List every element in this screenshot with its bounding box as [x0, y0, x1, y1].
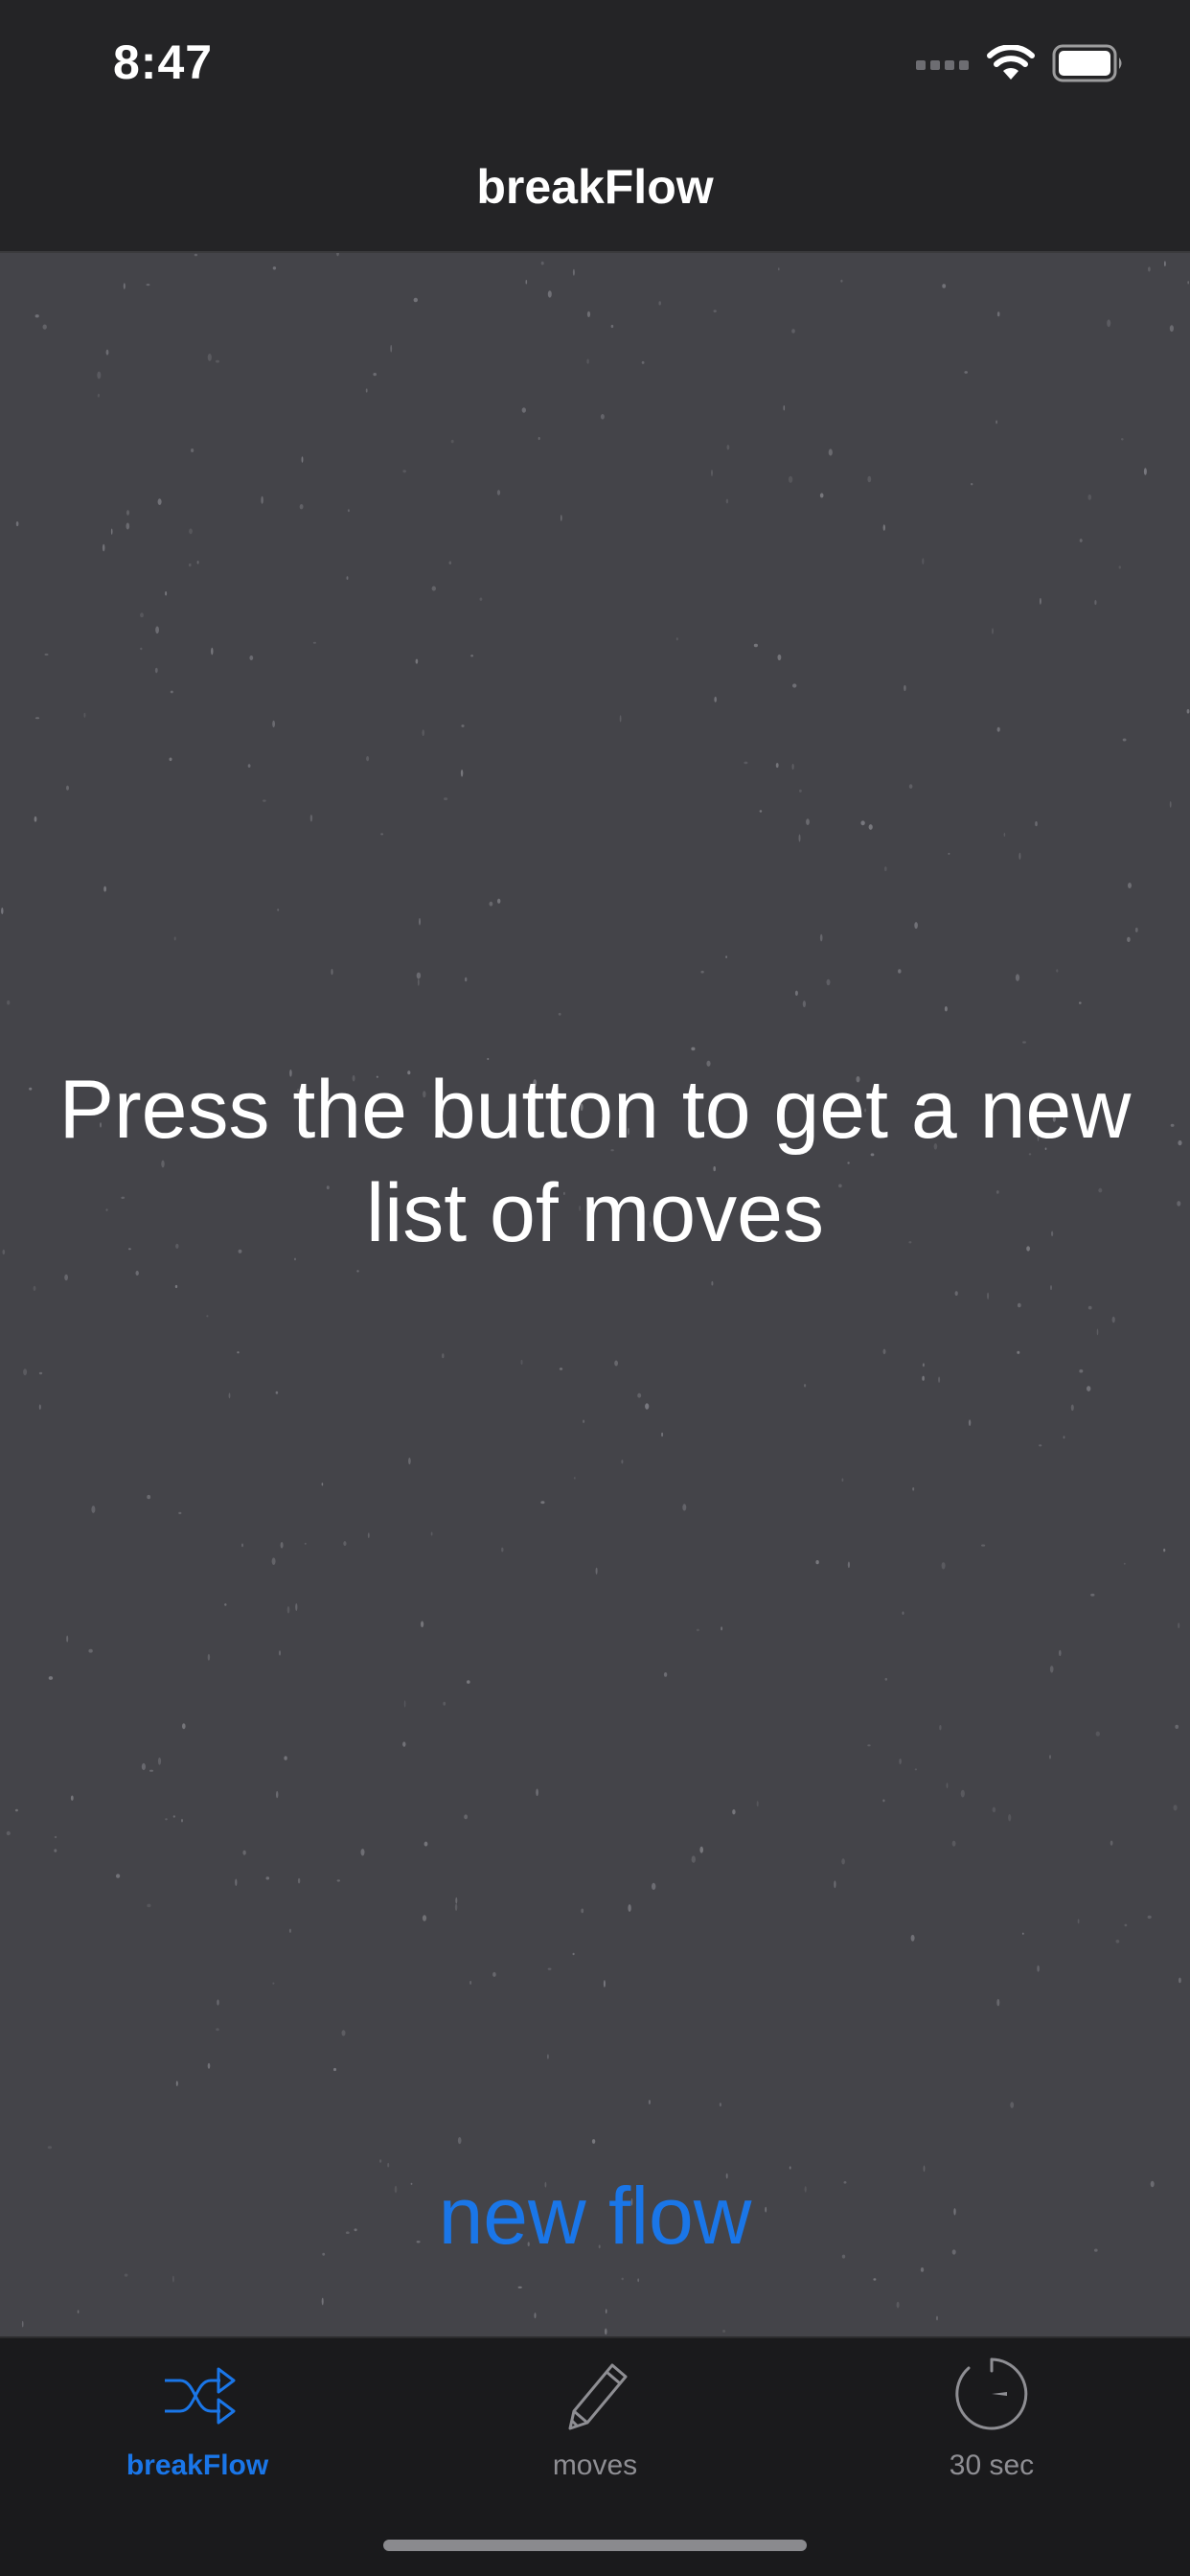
- tab-bar: breakFlow moves 30 sec: [0, 2336, 1190, 2576]
- pencil-icon: [568, 2363, 628, 2430]
- home-indicator[interactable]: [383, 2540, 807, 2551]
- wifi-icon: [987, 45, 1035, 80]
- cellular-signal-icon: [916, 60, 969, 70]
- shuffle-icon: [165, 2367, 236, 2425]
- nav-title: breakFlow: [476, 160, 714, 214]
- tab-moves[interactable]: moves: [451, 2354, 739, 2482]
- speckle-texture: [1, 253, 1190, 2335]
- status-time: 8:47: [113, 35, 214, 89]
- new-flow-button[interactable]: new flow: [0, 2170, 1190, 2263]
- tab-label: breakFlow: [126, 2450, 269, 2481]
- tab-label: 30 sec: [949, 2450, 1035, 2481]
- timer-icon: [955, 2358, 1028, 2430]
- tab-label: moves: [552, 2450, 638, 2481]
- battery-icon: [1052, 44, 1122, 82]
- main-content: Press the button to get a new list of mo…: [0, 253, 1190, 2336]
- instruction-text: Press the button to get a new list of mo…: [58, 1064, 1132, 1259]
- top-bar: 8:47 breakFlow: [0, 0, 1190, 253]
- tab-breakflow[interactable]: breakFlow: [54, 2354, 341, 2482]
- status-icons: [916, 42, 1125, 84]
- tab-timer[interactable]: 30 sec: [848, 2354, 1135, 2482]
